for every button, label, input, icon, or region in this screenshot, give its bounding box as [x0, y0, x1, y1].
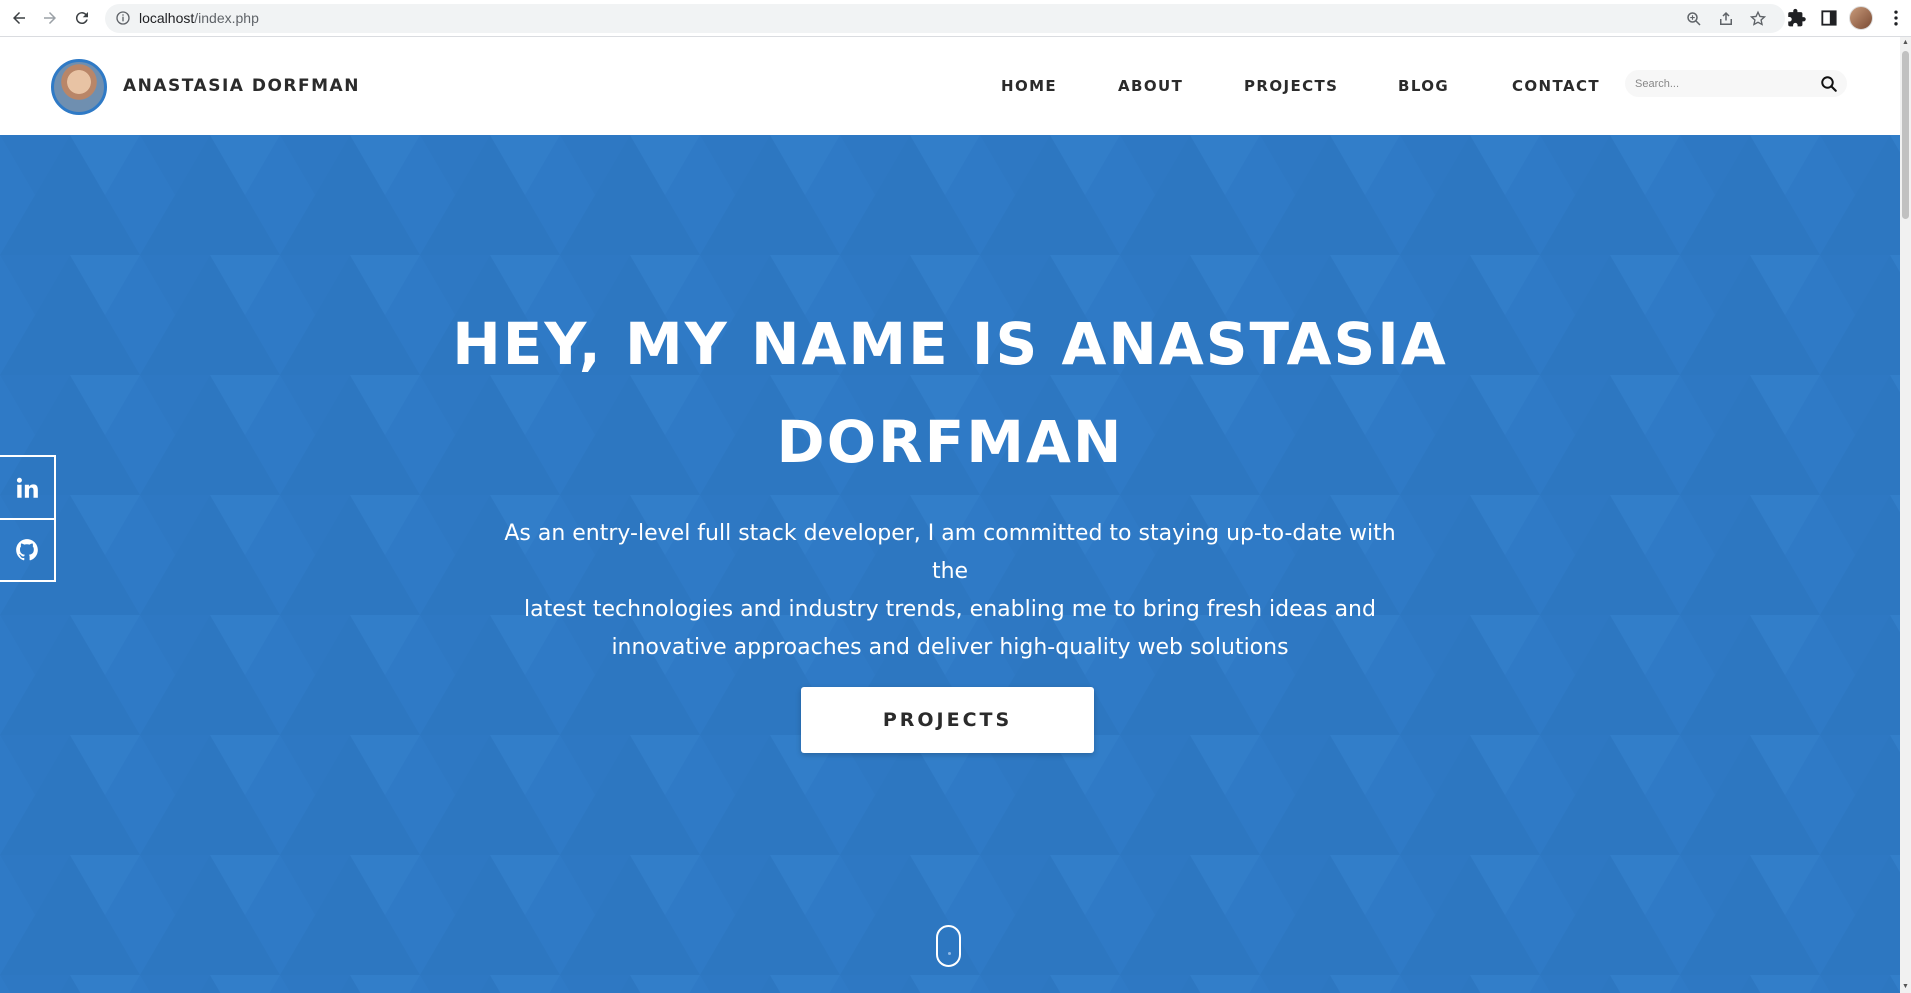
star-icon[interactable]: [1749, 10, 1767, 28]
back-icon: [13, 12, 25, 24]
hero-title: HEY, MY NAME IS ANASTASIA DORFMAN: [450, 295, 1450, 491]
hero-text-line2: latest technologies and industry trends,…: [524, 597, 1376, 622]
zoom-icon[interactable]: [1685, 10, 1703, 28]
more-icon[interactable]: [1886, 8, 1906, 28]
search-icon[interactable]: [1820, 75, 1838, 93]
back-button[interactable]: [8, 7, 30, 29]
page-scrollbar[interactable]: ▲ ▼: [1900, 37, 1911, 993]
github-link[interactable]: [0, 518, 54, 579]
hero-section: HEY, MY NAME IS ANASTASIA DORFMAN As an …: [0, 135, 1900, 993]
projects-button[interactable]: PROJECTS: [801, 687, 1094, 753]
scroll-down-arrow-icon[interactable]: ▼: [1902, 983, 1909, 990]
nav-about[interactable]: ABOUT: [1118, 77, 1183, 95]
profile-avatar[interactable]: [51, 59, 107, 115]
nav-blog[interactable]: BLOG: [1398, 77, 1449, 95]
profile-avatar[interactable]: [1849, 6, 1873, 30]
scroll-indicator-dot: [948, 952, 951, 955]
social-sidebar: [0, 455, 56, 582]
address-bar[interactable]: localhost/index.php: [105, 4, 1785, 33]
hero-text-line1: As an entry-level full stack developer, …: [504, 521, 1396, 584]
hero-title-line2: DORFMAN: [776, 408, 1124, 476]
linkedin-link[interactable]: [0, 457, 54, 518]
reload-button[interactable]: [71, 7, 93, 29]
site-header: ANASTASIA DORFMAN HOME ABOUT PROJECTS BL…: [0, 37, 1900, 135]
reload-icon: [75, 12, 88, 25]
forward-icon: [44, 12, 56, 24]
search-box: [1625, 70, 1847, 97]
nav-contact[interactable]: CONTACT: [1512, 77, 1600, 95]
linkedin-icon: [16, 477, 38, 498]
share-icon[interactable]: [1717, 10, 1735, 28]
hero-description: As an entry-level full stack developer, …: [500, 515, 1400, 667]
browser-toolbar: localhost/index.php: [0, 0, 1911, 37]
nav-home[interactable]: HOME: [1001, 77, 1057, 95]
sidepanel-icon[interactable]: [1819, 8, 1839, 28]
github-icon: [16, 538, 38, 560]
scroll-up-icon[interactable]: ▲: [1902, 39, 1909, 46]
scroll-down-icon[interactable]: [936, 925, 961, 967]
extensions-icon[interactable]: [1787, 8, 1807, 28]
search-input[interactable]: [1635, 75, 1805, 92]
url-text[interactable]: localhost/index.php: [139, 10, 259, 26]
scrollbar-thumb[interactable]: [1902, 51, 1909, 219]
info-icon[interactable]: [115, 10, 131, 26]
nav-projects[interactable]: PROJECTS: [1244, 77, 1338, 95]
hero-title-line1: HEY, MY NAME IS ANASTASIA: [452, 310, 1448, 378]
hero-text-line3: innovative approaches and deliver high-q…: [611, 635, 1289, 660]
forward-button[interactable]: [39, 7, 61, 29]
brand-name[interactable]: ANASTASIA DORFMAN: [123, 76, 360, 96]
